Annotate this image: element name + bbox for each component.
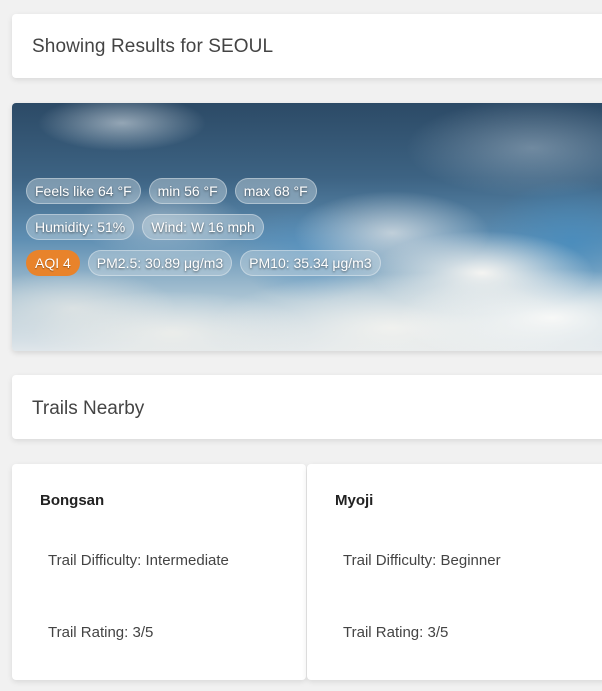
- trail-rating: Trail Rating: 3/5: [343, 624, 449, 641]
- weather-panel: Feels like 64 °F min 56 °F max 68 °F Hum…: [12, 103, 602, 351]
- temperature-row: Feels like 64 °F min 56 °F max 68 °F: [26, 178, 317, 204]
- pm25-badge: PM2.5: 30.89 μg/m3: [87, 250, 233, 276]
- wind-badge: Wind: W 16 mph: [142, 214, 264, 240]
- trail-name: Myoji: [335, 492, 374, 509]
- feels-like-badge: Feels like 64 °F: [26, 178, 141, 204]
- trail-name: Bongsan: [40, 492, 105, 509]
- min-temp-badge: min 56 °F: [148, 178, 227, 204]
- humidity-badge: Humidity: 51%: [26, 214, 135, 240]
- trail-difficulty: Trail Difficulty: Beginner: [343, 552, 501, 569]
- trail-difficulty: Trail Difficulty: Intermediate: [48, 552, 229, 569]
- conditions-row: Humidity: 51% Wind: W 16 mph: [26, 214, 264, 240]
- max-temp-badge: max 68 °F: [234, 178, 317, 204]
- trail-card[interactable]: Myoji Trail Difficulty: Beginner Trail R…: [307, 464, 602, 680]
- results-title: Showing Results for SEOUL: [32, 36, 274, 57]
- trails-nearby-header: Trails Nearby: [12, 375, 602, 439]
- results-header-card: Showing Results for SEOUL: [12, 14, 602, 78]
- trail-rating: Trail Rating: 3/5: [48, 624, 154, 641]
- pm10-badge: PM10: 35.34 μg/m3: [240, 250, 381, 276]
- trail-card[interactable]: Bongsan Trail Difficulty: Intermediate T…: [12, 464, 306, 680]
- air-quality-row: AQI 4 PM2.5: 30.89 μg/m3 PM10: 35.34 μg/…: [26, 250, 381, 276]
- trails-nearby-title: Trails Nearby: [32, 398, 145, 419]
- aqi-badge: AQI 4: [26, 250, 80, 276]
